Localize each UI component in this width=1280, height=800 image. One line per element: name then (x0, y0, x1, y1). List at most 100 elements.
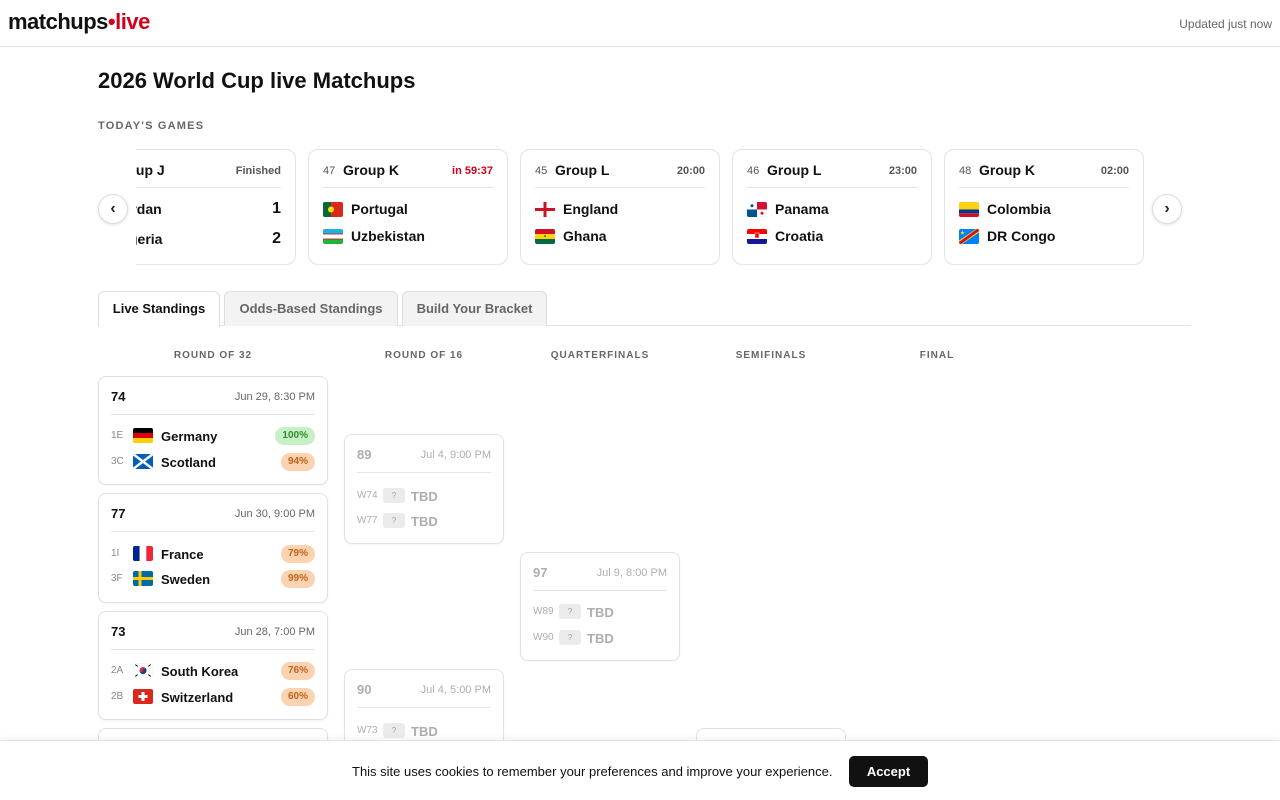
todays-games-carousel: ‹ Group J Finished Jordan 1 Algeria 2 47… (98, 149, 1183, 267)
win-probability-badge: 99% (280, 570, 315, 588)
game-card-header: 47 Group K in 59:37 (323, 162, 493, 188)
game-card-header: 48 Group K 02:00 (959, 162, 1129, 188)
seed: 1E (111, 430, 124, 441)
seed: W90 (533, 632, 554, 643)
home-team: Panama (747, 200, 917, 220)
seed: W89 (533, 606, 554, 617)
match-header: 97 Jul 9, 8:00 PM (533, 563, 667, 591)
team-name: France (161, 547, 204, 562)
ghana-flag-icon (535, 229, 555, 244)
round-label-r16: ROUND OF 16 (384, 350, 464, 361)
match-card[interactable]: 74 Jun 29, 8:30 PM 1E Germany 100% 3C Sc… (98, 376, 328, 485)
round-label-quarterfinals: QUARTERFINALS (550, 350, 650, 361)
win-probability-badge: 79% (280, 545, 315, 563)
team-name: Croatia (775, 228, 824, 244)
southkorea-flag-icon (133, 663, 153, 678)
uzbekistan-flag-icon (323, 229, 343, 244)
carousel-next-button[interactable]: › (1152, 194, 1182, 224)
team-name: Scotland (161, 455, 216, 470)
away-team: Algeria 2 (136, 230, 281, 250)
tab-build-your-bracket[interactable]: Build Your Bracket (402, 291, 547, 326)
page-title: 2026 World Cup live Matchups (98, 68, 416, 93)
team-row: W89 ? TBD (533, 602, 667, 622)
team-name: TBD (587, 631, 614, 646)
seed: 1I (111, 548, 120, 559)
team-name: TBD (411, 514, 438, 529)
match-date: Jul 9, 8:00 PM (596, 567, 667, 579)
tab-odds-based-standings[interactable]: Odds-Based Standings (224, 291, 398, 326)
match-card[interactable]: 73 Jun 28, 7:00 PM 2A South Korea 76% 2B… (98, 611, 328, 720)
scotland-flag-icon (133, 454, 153, 469)
seed: W74 (357, 490, 378, 501)
win-probability-badge: 100% (275, 427, 315, 445)
team-name: Germany (161, 429, 218, 444)
team-name: South Korea (161, 664, 239, 679)
seed: 2A (111, 665, 124, 676)
match-number: 77 (111, 506, 126, 521)
group-name: Group L (767, 162, 822, 178)
match-header: 73 Jun 28, 7:00 PM (111, 622, 315, 650)
switzerland-flag-icon (133, 689, 153, 704)
team-score: 1 (272, 200, 281, 217)
match-card[interactable]: 89 Jul 4, 9:00 PM W74 ? TBD W77 ? TBD (344, 434, 504, 544)
match-date: Jun 29, 8:30 PM (234, 391, 315, 403)
group-name: Group K (343, 162, 399, 178)
away-team: DR Congo (959, 227, 1129, 247)
match-date: Jun 30, 9:00 PM (234, 508, 315, 520)
away-team: Uzbekistan (323, 227, 493, 247)
match-card[interactable]: 77 Jun 30, 9:00 PM 1I France 79% 3F Swed… (98, 493, 328, 603)
team-row: 1I France 79% (111, 544, 315, 564)
team-name: Ghana (563, 228, 607, 244)
match-card[interactable]: 97 Jul 9, 8:00 PM W89 ? TBD W90 ? TBD (520, 552, 680, 661)
win-probability-badge: 94% (280, 453, 315, 471)
game-card[interactable]: 46 Group L 23:00 Panama Croatia (732, 149, 932, 265)
match-header: 90 Jul 4, 5:00 PM (357, 680, 491, 708)
seed: W73 (357, 725, 378, 736)
colombia-flag-icon (959, 202, 979, 217)
team-row: 2B Switzerland 60% (111, 687, 315, 707)
home-team: England (535, 200, 705, 220)
seed: 3C (111, 456, 124, 467)
team-name: DR Congo (987, 228, 1056, 244)
team-row: W73 ? TBD (357, 721, 491, 741)
cookie-banner: This site uses cookies to remember your … (0, 740, 1280, 800)
team-name: England (563, 201, 619, 217)
game-card-header: Group J Finished (136, 162, 281, 188)
team-row: 1E Germany 100% (111, 426, 315, 446)
group-name: Group J (136, 162, 165, 178)
game-status: in 59:37 (452, 165, 493, 177)
accept-cookies-button[interactable]: Accept (849, 756, 928, 787)
game-card[interactable]: 47 Group K in 59:37 Portugal Uzbekistan (308, 149, 508, 265)
match-number: 46 (747, 165, 760, 177)
match-number: 48 (959, 165, 972, 177)
todays-games-label: TODAY'S GAMES (98, 120, 205, 132)
game-card[interactable]: 45 Group L 20:00 England Ghana (520, 149, 720, 265)
match-number: 90 (357, 682, 372, 697)
match-date: Jul 4, 5:00 PM (420, 684, 491, 696)
group-name: Group K (979, 162, 1035, 178)
croatia-flag-icon (747, 229, 767, 244)
home-team: Portugal (323, 200, 493, 220)
game-status: 20:00 (676, 165, 705, 177)
drcongo-flag-icon (959, 229, 979, 244)
cookie-message: This site uses cookies to remember your … (352, 764, 833, 779)
match-number: 45 (535, 165, 548, 177)
team-row: 3F Sweden 99% (111, 569, 315, 589)
seed: 3F (111, 573, 123, 584)
team-name: Jordan (136, 201, 162, 217)
team-score: 2 (272, 230, 281, 247)
team-name: Uzbekistan (351, 228, 425, 244)
game-card[interactable]: 48 Group K 02:00 Colombia DR Congo (944, 149, 1144, 265)
game-card-header: 46 Group L 23:00 (747, 162, 917, 188)
game-card[interactable]: Group J Finished Jordan 1 Algeria 2 (136, 149, 296, 265)
team-row: W90 ? TBD (533, 628, 667, 648)
tab-live-standings[interactable]: Live Standings (98, 291, 220, 327)
unknown-flag-icon: ? (559, 604, 581, 619)
standings-tabs: Live Standings Odds-Based Standings Buil… (98, 291, 1191, 327)
game-card-header: 45 Group L 20:00 (535, 162, 705, 188)
away-team: Croatia (747, 227, 917, 247)
match-number: 73 (111, 624, 126, 639)
carousel-prev-button[interactable]: ‹ (98, 194, 128, 224)
site-logo[interactable]: matchups•live (8, 9, 150, 35)
team-name: Algeria (136, 231, 163, 247)
